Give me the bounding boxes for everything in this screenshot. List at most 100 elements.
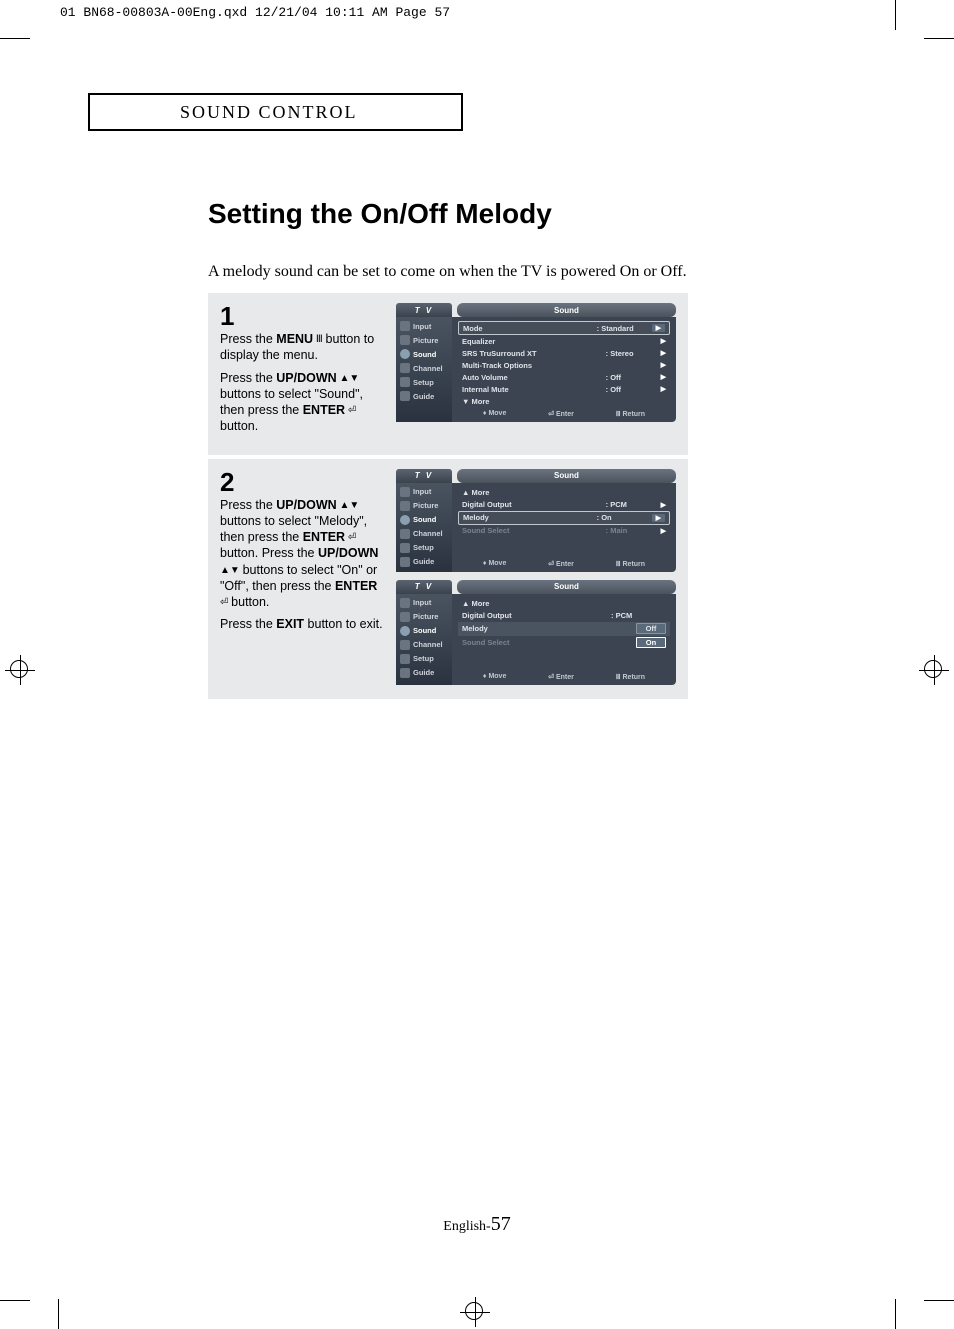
page-title: Setting the On/Off Melody xyxy=(208,198,552,230)
osd-foot-move: ♦ Move xyxy=(483,410,506,418)
osd-side-input: Input xyxy=(396,596,452,610)
enter-icon: ⏎ xyxy=(345,532,356,543)
osd-side-picture: Picture xyxy=(396,499,452,513)
osd-foot-move: ♦ Move xyxy=(483,673,506,681)
intro-text: A melody sound can be set to come on whe… xyxy=(208,263,687,281)
osd-row-melody: MelodyOff xyxy=(458,622,670,636)
step-1-osd-col: T V Sound Input Picture Sound Channel Se… xyxy=(396,303,676,441)
osd-row-equalizer: Equalizer▶ xyxy=(458,335,670,347)
setup-icon xyxy=(400,543,410,553)
osd-sidebar: Input Picture Sound Channel Setup Guide xyxy=(396,594,452,685)
osd-row-digital-output: Digital Output: PCM▶ xyxy=(458,499,670,511)
text: Press the xyxy=(220,371,276,385)
osd-tv-label: T V xyxy=(396,469,452,483)
text-bold: UP/DOWN xyxy=(276,498,336,512)
guide-icon xyxy=(400,391,410,401)
osd-side-guide: Guide xyxy=(396,555,452,569)
osd-side-picture: Picture xyxy=(396,333,452,347)
updown-icon: ▲▼ xyxy=(220,565,243,576)
osd-side-sound: Sound xyxy=(396,347,452,361)
picture-icon xyxy=(400,501,410,511)
step-2-osd-col: T V Sound Input Picture Sound Channel Se… xyxy=(396,469,676,685)
osd-panel-title: Sound xyxy=(457,469,676,483)
text: Press the xyxy=(220,332,276,346)
page-number-value: 57 xyxy=(491,1213,511,1235)
osd-side-guide: Guide xyxy=(396,389,452,403)
text-bold: UP/DOWN xyxy=(276,371,336,385)
osd-panel-title: Sound xyxy=(457,580,676,594)
channel-icon xyxy=(400,529,410,539)
osd-side-guide: Guide xyxy=(396,666,452,680)
osd-sidebar: Input Picture Sound Channel Setup Guide xyxy=(396,483,452,572)
input-icon xyxy=(400,321,410,331)
osd-row-multitrack: Multi-Track Options▶ xyxy=(458,359,670,371)
step-2: 2 Press the UP/DOWN ▲▼ buttons to select… xyxy=(208,455,688,699)
section-title: SOUND CONTROL xyxy=(180,102,358,123)
print-header: 01 BN68-00803A-00Eng.qxd 12/21/04 10:11 … xyxy=(60,5,450,20)
guide-icon xyxy=(400,668,410,678)
osd-side-input: Input xyxy=(396,319,452,333)
updown-icon: ▲▼ xyxy=(337,500,360,511)
osd-row-sound-select: Sound SelectOn xyxy=(458,636,670,650)
osd-main: ▲ More Digital Output: PCM MelodyOff Sou… xyxy=(452,594,676,685)
text: button to exit. xyxy=(304,617,383,631)
enter-icon: ⏎ xyxy=(345,405,356,416)
osd-screenshot-3: T V Sound Input Picture Sound Channel Se… xyxy=(396,580,676,685)
steps-container: 1 Press the MENU Ⅲ button to display the… xyxy=(208,293,688,699)
osd-side-picture: Picture xyxy=(396,610,452,624)
osd-main: ▲ More Digital Output: PCM▶ Melody: On▶ … xyxy=(452,483,676,572)
page-number: English-57 xyxy=(58,1213,896,1236)
osd-footer: ♦ Move ⏎ Enter Ⅲ Return xyxy=(458,557,670,570)
osd-side-sound: Sound xyxy=(396,624,452,638)
channel-icon xyxy=(400,363,410,373)
osd-footer: ♦ Move ⏎ Enter Ⅲ Return xyxy=(458,407,670,420)
osd-row-autovolume: Auto Volume: Off▶ xyxy=(458,371,670,383)
osd-foot-enter: ⏎ Enter xyxy=(548,410,574,418)
crop-mark xyxy=(895,0,896,30)
osd-row-melody: Melody: On▶ xyxy=(458,511,670,525)
osd-tv-label: T V xyxy=(396,580,452,594)
crop-mark xyxy=(924,1300,954,1301)
osd-foot-move: ♦ Move xyxy=(483,560,506,568)
crop-mark xyxy=(924,38,954,39)
osd-foot-return: Ⅲ Return xyxy=(616,560,645,568)
text-bold: EXIT xyxy=(276,617,304,631)
osd-panel-title: Sound xyxy=(457,303,676,317)
osd-side-setup: Setup xyxy=(396,652,452,666)
osd-row-mode: Mode: Standard▶ xyxy=(458,321,670,335)
page-number-prefix: English- xyxy=(443,1219,490,1234)
text: button. Press the xyxy=(220,546,318,560)
step-2-text: 2 Press the UP/DOWN ▲▼ buttons to select… xyxy=(220,469,386,685)
sound-icon xyxy=(400,349,410,359)
text-bold: MENU xyxy=(276,332,313,346)
step-number: 1 xyxy=(220,303,386,329)
setup-icon xyxy=(400,377,410,387)
osd-row-internalmute: Internal Mute: Off▶ xyxy=(458,383,670,395)
osd-foot-return: Ⅲ Return xyxy=(616,673,645,681)
crop-mark xyxy=(58,1299,59,1329)
osd-foot-return: Ⅲ Return xyxy=(616,410,645,418)
osd-main: Mode: Standard▶ Equalizer▶ SRS TruSurrou… xyxy=(452,317,676,422)
text-bold: ENTER xyxy=(303,530,345,544)
osd-row-more: ▲ More xyxy=(458,598,670,610)
text: Press the xyxy=(220,498,276,512)
text: button. xyxy=(220,419,258,433)
osd-screenshot-1: T V Sound Input Picture Sound Channel Se… xyxy=(396,303,676,422)
picture-icon xyxy=(400,335,410,345)
step-number: 2 xyxy=(220,469,386,495)
osd-row-digital-output: Digital Output: PCM xyxy=(458,610,670,622)
osd-row-sound-select: Sound Select: Main▶ xyxy=(458,525,670,537)
sound-icon xyxy=(400,626,410,636)
text: button. xyxy=(231,595,269,609)
sound-icon xyxy=(400,515,410,525)
osd-row-more: ▼ More xyxy=(458,395,670,407)
osd-side-input: Input xyxy=(396,485,452,499)
channel-icon xyxy=(400,640,410,650)
picture-icon xyxy=(400,612,410,622)
setup-icon xyxy=(400,654,410,664)
osd-side-channel: Channel xyxy=(396,527,452,541)
registration-mark xyxy=(5,655,35,685)
registration-mark xyxy=(460,1297,490,1327)
osd-side-channel: Channel xyxy=(396,638,452,652)
osd-foot-enter: ⏎ Enter xyxy=(548,673,574,681)
